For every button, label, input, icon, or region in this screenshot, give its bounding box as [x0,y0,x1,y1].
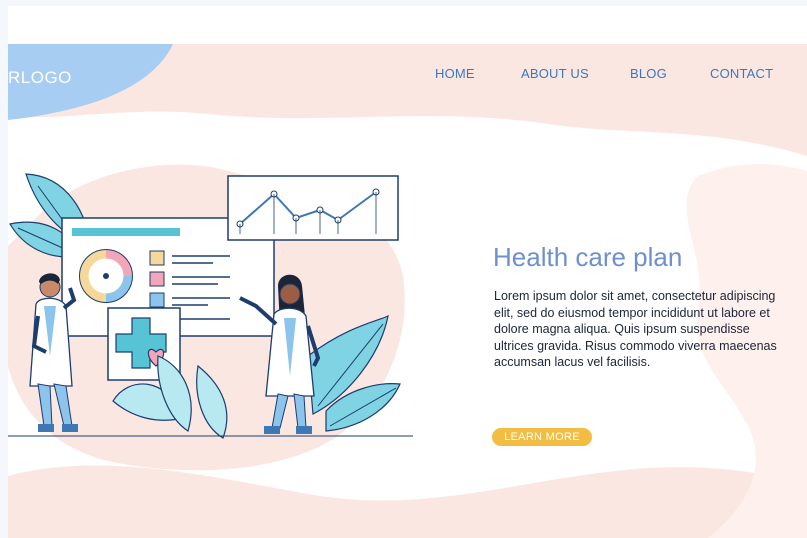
report-header-bar [72,228,180,236]
nav-contact[interactable]: CONTACT [710,66,773,81]
bottom-pink-band [8,465,807,538]
leaf-front-right [307,314,401,432]
hero-description: Lorem ipsum dolor sit amet, consectetur … [494,289,777,369]
health-care-illustration [8,173,413,439]
hero-title: Health care plan [493,242,683,272]
line-chart-icon [227,175,399,241]
main-nav: HOME ABOUT US BLOG CONTACT [8,66,807,86]
nav-about-us[interactable]: ABOUT US [521,66,589,81]
landing-page: RLOGO HOME ABOUT US BLOG CONTACT Health … [8,6,807,538]
learn-more-button[interactable]: LEARN MORE [492,428,592,446]
donut-chart-icon [79,249,133,303]
nav-blog[interactable]: BLOG [630,66,667,81]
nav-home[interactable]: HOME [435,66,475,81]
